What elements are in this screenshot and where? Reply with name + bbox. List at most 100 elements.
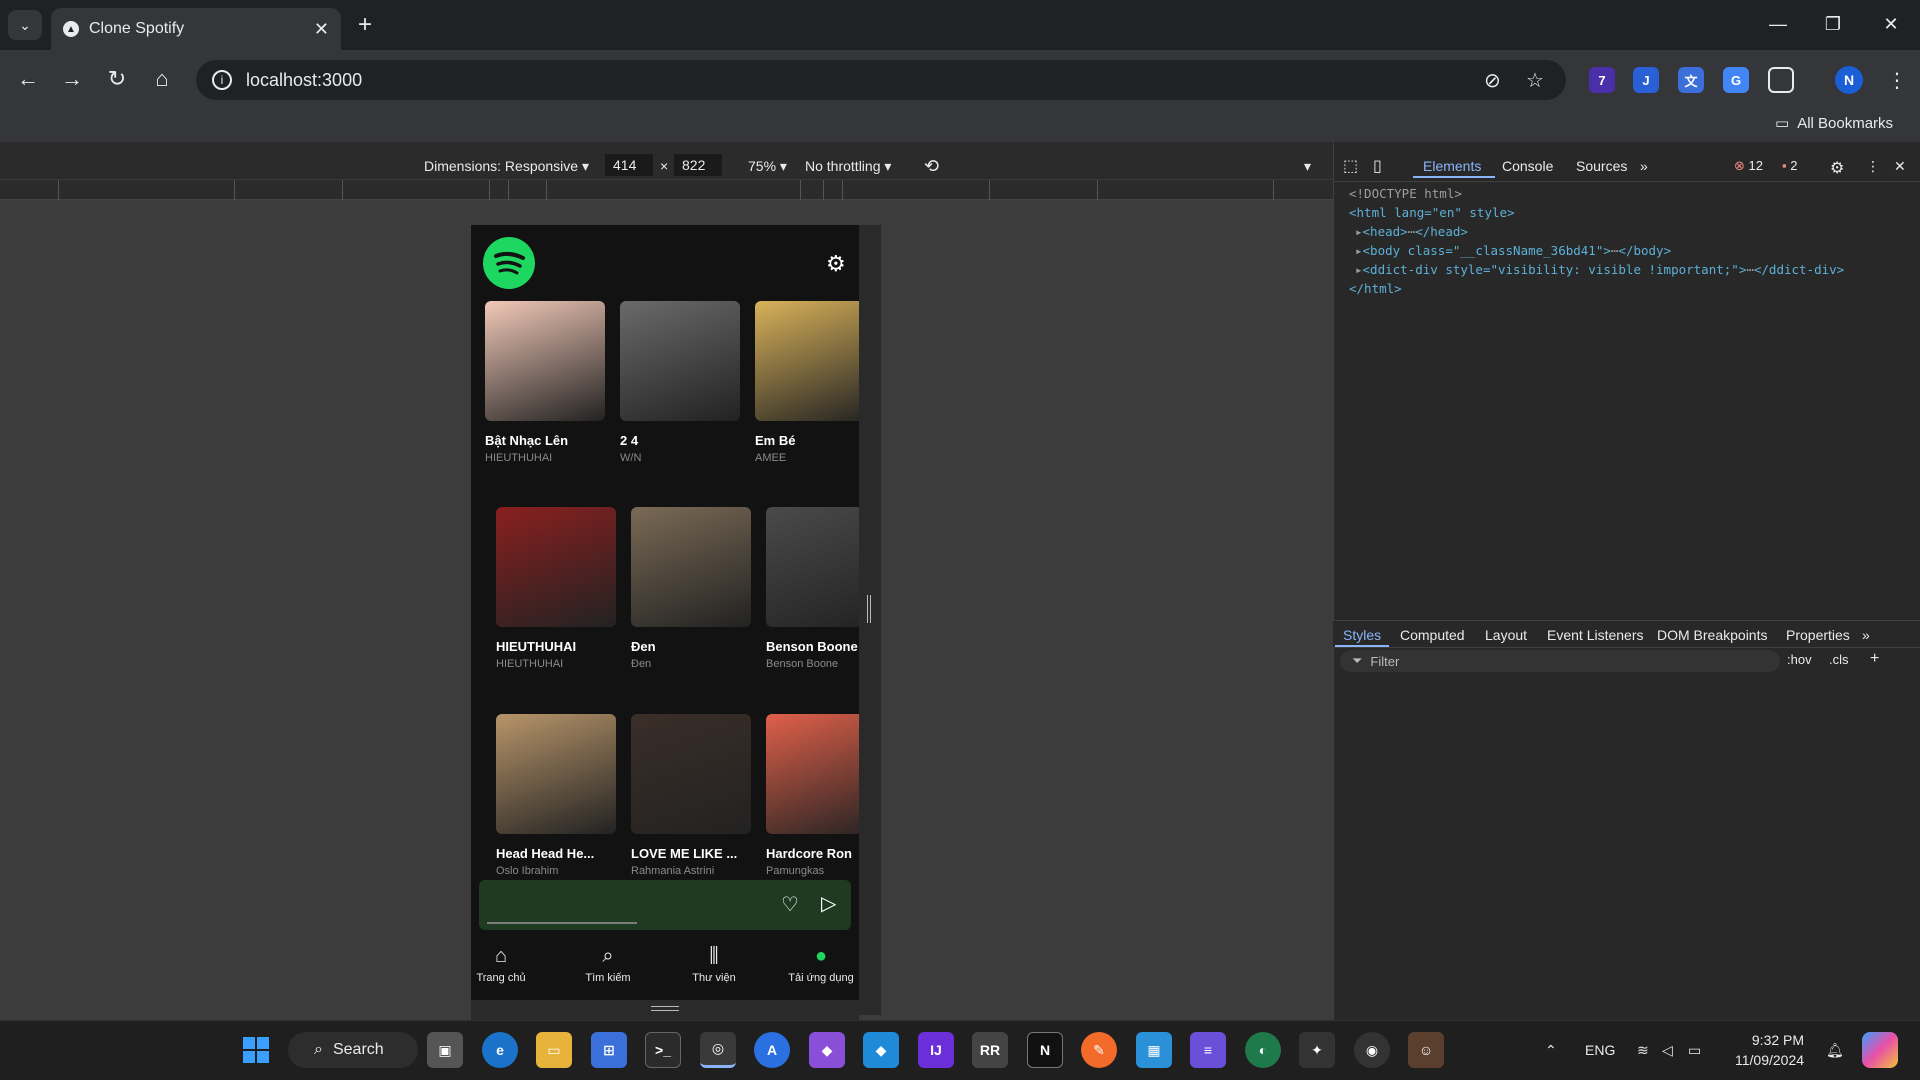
album-card[interactable]: Benson Boone Benson Boone (766, 507, 859, 670)
warning-count[interactable]: ▪ 2 (1782, 158, 1797, 173)
dom-head-node[interactable]: ▸<head>⋯</head> (1355, 224, 1468, 239)
extension-icon-j[interactable]: J (1633, 67, 1659, 93)
inspect-icon[interactable]: ⬚ (1343, 156, 1358, 176)
album-title[interactable]: HIEUTHUHAI (496, 639, 616, 654)
battery-icon[interactable]: ▭ (1688, 1042, 1701, 1059)
mini-player[interactable]: ♡ ▷ (479, 880, 851, 930)
tray-chevron-icon[interactable]: ⌃ (1545, 1042, 1557, 1059)
album-art[interactable] (631, 714, 751, 834)
dom-body-node[interactable]: ▸<body class="__className_36bd41">⋯</bod… (1355, 243, 1671, 258)
dimensions-dropdown[interactable]: Dimensions: Responsive ▾ (424, 158, 589, 175)
more-tabs-icon[interactable]: » (1640, 158, 1648, 174)
chrome-icon[interactable]: ◎ (700, 1032, 736, 1068)
album-art[interactable] (496, 714, 616, 834)
resize-handle-bottom[interactable] (471, 1000, 859, 1020)
album-art[interactable] (485, 301, 605, 421)
drag-handle-icon[interactable] (651, 1006, 679, 1011)
zoom-dropdown[interactable]: 75% ▾ (748, 158, 787, 175)
album-title[interactable]: Bật Nhạc Lên (485, 433, 605, 448)
device-mode-icon[interactable]: ▯ (1373, 156, 1382, 176)
reload-icon[interactable]: ↻ (101, 63, 133, 95)
rider-icon[interactable]: RR (972, 1032, 1008, 1068)
nav-item[interactable]: ⫼ Thư viện (670, 945, 758, 984)
dom-doctype[interactable]: <!DOCTYPE html> (1349, 186, 1462, 201)
tab-event-listeners[interactable]: Event Listeners (1547, 627, 1644, 643)
close-tab-icon[interactable]: ✕ (314, 19, 329, 40)
album-title[interactable]: 2 4 (620, 433, 740, 448)
album-card[interactable]: Bật Nhạc Lên HIEUTHUHAI (485, 301, 605, 464)
bookmark-star-icon[interactable]: ☆ (1526, 68, 1544, 93)
copilot-icon[interactable] (1862, 1032, 1898, 1068)
language-indicator[interactable]: ENG (1585, 1042, 1615, 1058)
album-title[interactable]: Benson Boone (766, 639, 859, 654)
album-title[interactable]: Hardcore Ron (766, 846, 859, 861)
profile-avatar[interactable]: N (1835, 66, 1863, 94)
home-icon[interactable]: ⌂ (146, 63, 178, 95)
address-bar[interactable]: i localhost:3000 (196, 60, 1566, 100)
cls-toggle[interactable]: .cls (1829, 652, 1849, 667)
new-tab-button[interactable]: + (352, 11, 378, 38)
album-art[interactable] (766, 507, 859, 627)
intellij-icon[interactable]: IJ (918, 1032, 954, 1068)
translate-icon[interactable]: 文 (1678, 67, 1704, 93)
album-title[interactable]: Em Bé (755, 433, 859, 448)
gear-icon[interactable]: ⚙ (826, 251, 846, 277)
rotate-icon[interactable]: ⟲ (924, 156, 939, 177)
error-count[interactable]: ⊗ 12 (1734, 158, 1763, 174)
album-title[interactable]: Head Head He... (496, 846, 616, 861)
album-title[interactable]: Đen (631, 639, 751, 654)
file-explorer-icon[interactable]: ▭ (536, 1032, 572, 1068)
devtools-menu-icon[interactable]: ⋮ (1866, 158, 1880, 175)
app-icon-a[interactable]: A (754, 1032, 790, 1068)
album-card[interactable]: Head Head He... Oslo Ibrahim (496, 714, 616, 877)
taskbar-search[interactable]: ⌕ Search (288, 1032, 418, 1068)
height-input[interactable]: 822 (674, 154, 722, 176)
more-panels-icon[interactable]: » (1862, 627, 1870, 643)
album-art[interactable] (496, 507, 616, 627)
album-card[interactable]: Hardcore Ron Pamungkas (766, 714, 859, 877)
tab-properties[interactable]: Properties (1786, 627, 1850, 643)
url-text[interactable]: localhost:3000 (246, 70, 362, 91)
extensions-puzzle-icon[interactable] (1768, 67, 1794, 93)
album-art[interactable] (755, 301, 859, 421)
all-bookmarks[interactable]: ▭ All Bookmarks (1775, 114, 1893, 133)
album-art[interactable] (766, 714, 859, 834)
album-card[interactable]: LOVE ME LIKE ... Rahmania Astrini (631, 714, 751, 877)
resize-handle-right[interactable] (859, 225, 881, 1015)
tab-active[interactable]: ▲ Clone Spotify ✕ (51, 8, 341, 50)
dom-html-open[interactable]: <html lang="en" style> (1349, 205, 1515, 220)
hov-toggle[interactable]: :hov (1787, 652, 1812, 667)
extension-icon[interactable]: 7 (1589, 67, 1615, 93)
restore-icon[interactable]: ❐ (1813, 8, 1853, 40)
minimize-icon[interactable]: — (1758, 8, 1798, 40)
docker-icon[interactable]: ▦ (1136, 1032, 1172, 1068)
site-info-icon[interactable]: i (212, 70, 232, 90)
close-window-icon[interactable]: ✕ (1871, 8, 1911, 40)
album-title[interactable]: LOVE ME LIKE ... (631, 846, 751, 861)
volume-icon[interactable]: ◁ (1662, 1042, 1673, 1059)
album-card[interactable]: 2 4 W/N (620, 301, 740, 464)
forward-icon[interactable]: → (56, 63, 88, 95)
close-devtools-icon[interactable]: ✕ (1894, 158, 1906, 175)
mongodb-icon[interactable]: ◐ (1245, 1032, 1281, 1068)
add-rule-icon[interactable]: + (1870, 650, 1879, 668)
progress-bar[interactable] (487, 922, 637, 924)
text-app-icon[interactable]: ≡ (1190, 1032, 1226, 1068)
dom-html-close[interactable]: </html> (1349, 281, 1402, 296)
eye-off-icon[interactable]: ⊘ (1484, 68, 1501, 93)
obs-icon[interactable]: ◉ (1354, 1032, 1390, 1068)
menu-kebab-icon[interactable]: ⋮ (1887, 68, 1907, 93)
album-art[interactable] (631, 507, 751, 627)
task-view-icon[interactable]: ▣ (427, 1032, 463, 1068)
styles-filter-input[interactable]: ⏷ Filter (1340, 650, 1780, 672)
tab-console[interactable]: Console (1502, 158, 1553, 174)
back-icon[interactable]: ← (12, 63, 44, 95)
nav-item[interactable]: ⌂ Trang chủ (471, 945, 545, 984)
drag-handle-icon[interactable] (867, 595, 871, 623)
wifi-icon[interactable]: ≋ (1637, 1042, 1649, 1059)
clock[interactable]: 9:32 PM 11/09/2024 (1735, 1030, 1804, 1070)
davinci-icon[interactable]: ✦ (1299, 1032, 1335, 1068)
throttling-dropdown[interactable]: No throttling ▾ (805, 158, 891, 175)
tab-layout[interactable]: Layout (1485, 627, 1527, 643)
width-input[interactable]: 414 (605, 154, 653, 176)
